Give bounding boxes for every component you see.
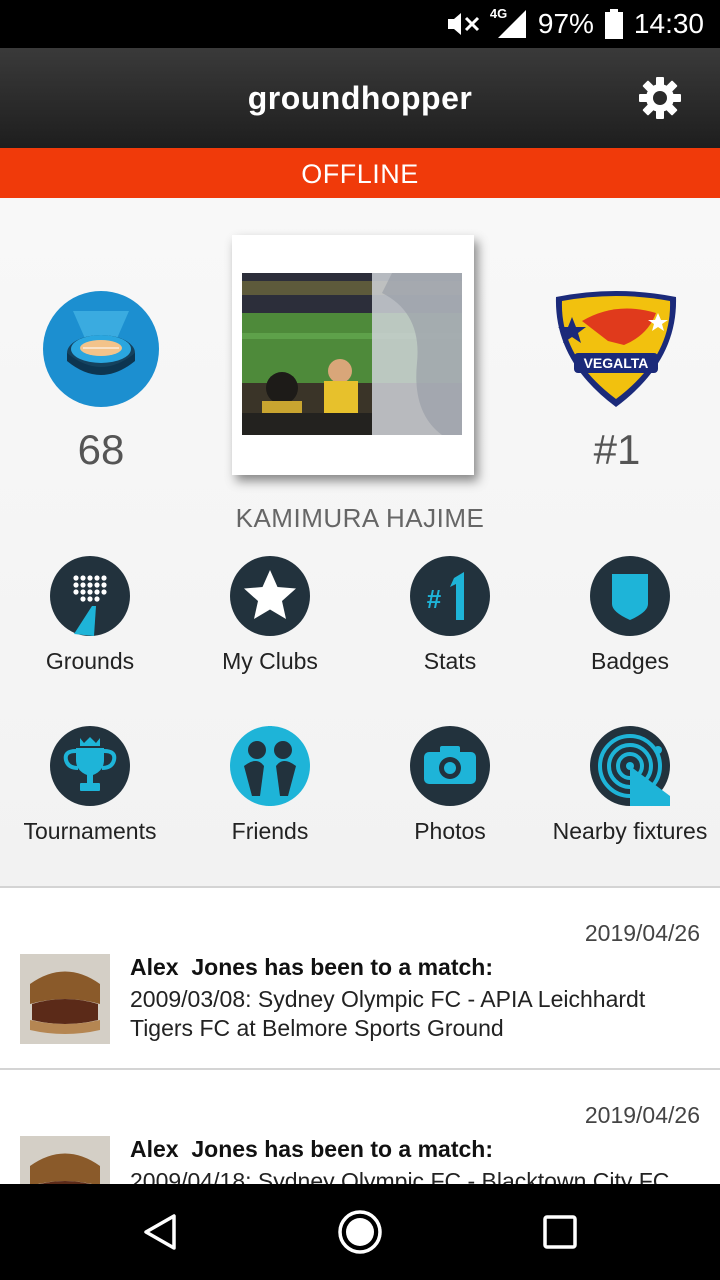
profile-section: 68 VEGALTA #1 KAMIMURA HAJIME Grounds My… [0,198,720,888]
app-title: groundhopper [247,80,473,116]
grounds-icon [50,556,130,636]
menu-my-clubs[interactable]: My Clubs [180,556,360,696]
network-type: 4G [489,6,508,21]
rank-value: #1 [593,426,641,473]
feed-avatar[interactable] [20,954,110,1044]
menu-label-my-clubs: My Clubs [222,648,318,674]
badge-shield-icon [590,556,670,636]
feed-title: Alex Jones has been to a match: [130,1136,494,1162]
feed-title: Alex Jones has been to a match: [130,954,494,980]
menu-label-tournaments: Tournaments [23,818,157,844]
feed-text: 2009/04/18: Sydney Olympic FC - Blacktow… [130,1168,670,1184]
status-bar: 4G 97% 14:30 [0,0,720,48]
user-name: KAMIMURA HAJIME [235,503,485,533]
stadium-icon[interactable] [43,291,159,407]
camera-icon [410,726,490,806]
menu-label-photos: Photos [414,818,486,844]
svg-text:#: # [427,584,442,614]
feed-avatar[interactable] [20,1136,110,1184]
feed-date: 2019/04/26 [584,920,700,946]
gear-icon[interactable] [638,76,682,120]
offline-banner: OFFLINE [0,148,720,198]
menu-label-badges: Badges [590,648,669,674]
back-icon[interactable] [136,1208,184,1256]
feed-item[interactable]: 2019/04/26 Alex Jones has been to a matc… [0,1070,720,1184]
home-icon[interactable] [336,1208,384,1256]
star-icon [230,556,310,636]
rank-one-icon: # [410,556,490,636]
menu-grounds[interactable]: Grounds [0,556,180,696]
recents-icon[interactable] [536,1208,584,1256]
main-content[interactable]: 68 VEGALTA #1 KAMIMURA HAJIME Grounds My… [0,198,720,1184]
menu-label-stats: Stats [423,648,477,674]
menu-label-nearby-fixtures: Nearby fixtures [552,818,708,844]
nav-bar [0,1184,720,1280]
battery-icon [604,8,624,40]
club-crest[interactable]: VEGALTA [552,291,680,409]
menu-label-grounds: Grounds [45,648,135,674]
menu-stats[interactable]: # Stats [360,556,540,696]
feed-item[interactable]: 2019/04/26 Alex Jones has been to a matc… [0,888,720,1068]
club-crest-text: VEGALTA [584,355,649,371]
menu-badges[interactable]: Badges [540,556,720,696]
mute-icon [446,9,482,39]
profile-photo[interactable] [232,235,474,475]
menu-label-friends: Friends [231,818,309,844]
signal-icon: 4G [489,6,528,40]
menu-photos[interactable]: Photos [360,726,540,866]
battery-percent: 97% [537,8,594,39]
menu-tournaments[interactable]: Tournaments [0,726,180,866]
menu-nearby-fixtures[interactable]: Nearby fixtures [540,726,720,866]
app-bar: groundhopper [0,48,720,148]
trophy-icon [50,726,130,806]
clock: 14:30 [633,8,704,39]
nearby-signal-icon [590,726,670,806]
grounds-count: 68 [77,426,125,473]
profile-photo-image [242,273,462,435]
feed-date: 2019/04/26 [584,1102,700,1128]
menu-friends[interactable]: Friends [180,726,360,866]
feed-text: 2009/03/08: Sydney Olympic FC - APIA Lei… [130,986,646,1041]
friends-icon [230,726,310,806]
